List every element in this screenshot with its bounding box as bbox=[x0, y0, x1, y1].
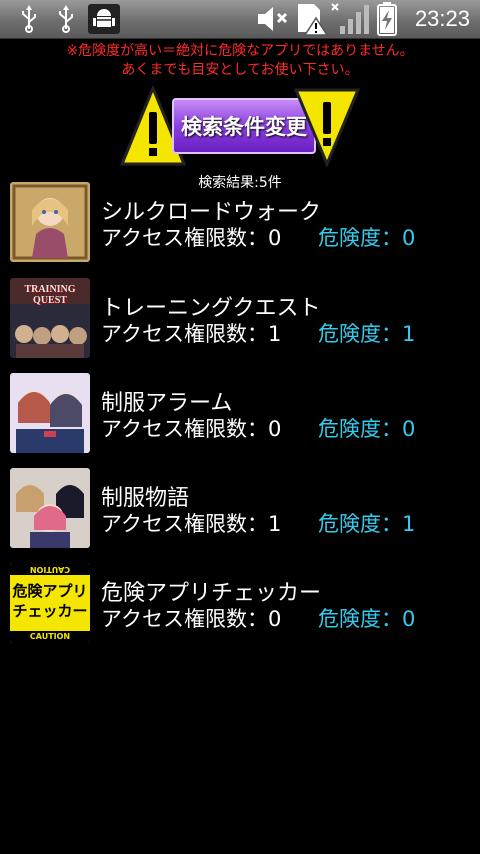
permission-count: アクセス権限数：1 bbox=[101, 512, 282, 536]
warning-line-1: ※危険度が高い＝絶対に危険なアプリではありません。 bbox=[66, 43, 414, 59]
android-debug-icon bbox=[88, 4, 120, 34]
warning-line-2: あくまでも目安としてお使い下さい。 bbox=[121, 62, 359, 78]
risk-level: 危険度：1 bbox=[318, 322, 416, 346]
uniform-alarm-icon bbox=[10, 373, 90, 453]
permission-count: アクセス権限数：0 bbox=[101, 417, 282, 441]
caution-strip-bottom: CAUTION bbox=[10, 631, 90, 643]
list-item[interactable]: TRAINING QUEST トレーニングクエスト アクセス権限数：1 危険度：… bbox=[0, 278, 480, 360]
list-item[interactable]: CAUTION 危険アプリ チェッカー CAUTION 危険アプリチェッカー ア… bbox=[0, 563, 480, 645]
silk-road-walk-icon bbox=[10, 182, 90, 262]
danger-app-checker-logo-text: 危険アプリ チェッカー bbox=[12, 582, 88, 620]
no-signal-icon bbox=[331, 3, 369, 34]
training-quest-icon: TRAINING QUEST bbox=[10, 278, 90, 358]
list-item[interactable]: 制服アラーム アクセス権限数：0 危険度：0 bbox=[0, 373, 480, 455]
warning-message: ※危険度が高い＝絶対に危険なアプリではありません。 あくまでも目安としてお使い下… bbox=[0, 42, 480, 80]
battery-charging-icon bbox=[377, 2, 397, 36]
volume-muted-icon bbox=[258, 7, 288, 31]
search-conditions-button[interactable]: 検索条件変更 bbox=[120, 86, 360, 168]
uniform-story-icon bbox=[10, 468, 90, 548]
warning-triangle-icon bbox=[294, 88, 360, 168]
permission-count: アクセス権限数：0 bbox=[101, 607, 282, 631]
danger-app-checker-icon: CAUTION 危険アプリ チェッカー CAUTION bbox=[10, 563, 90, 643]
risk-level: 危険度：0 bbox=[318, 226, 416, 250]
training-quest-logo-text: TRAINING QUEST bbox=[24, 284, 76, 306]
risk-level: 危険度：0 bbox=[318, 417, 416, 441]
status-bar: 23:23 bbox=[0, 0, 480, 39]
risk-level: 危険度：1 bbox=[318, 512, 416, 536]
sd-card-warning-icon bbox=[298, 4, 328, 36]
usb-icon bbox=[59, 5, 73, 33]
list-item[interactable]: 制服物語 アクセス権限数：1 危険度：1 bbox=[0, 468, 480, 550]
permission-count: アクセス権限数：0 bbox=[101, 226, 282, 250]
status-time: 23:23 bbox=[414, 6, 470, 31]
permission-count: アクセス権限数：1 bbox=[101, 322, 282, 346]
usb-icon bbox=[22, 5, 36, 33]
caution-strip-top: CAUTION bbox=[10, 563, 90, 575]
list-item[interactable]: シルクロードウォーク アクセス権限数：0 危険度：0 bbox=[0, 182, 480, 264]
risk-level: 危険度：0 bbox=[318, 607, 416, 631]
